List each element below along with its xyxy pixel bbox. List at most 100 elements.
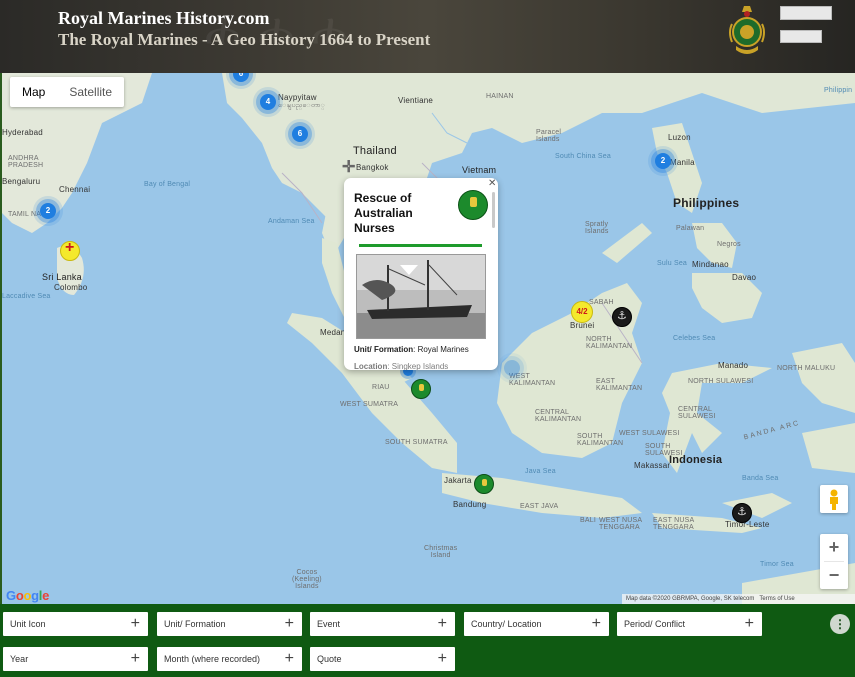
royal-marines-logo-icon — [458, 190, 488, 220]
close-icon[interactable]: ✕ — [488, 178, 496, 189]
label-jakarta: Jakarta — [444, 476, 472, 485]
label-manado: Manado — [718, 361, 749, 370]
label-vientiane: Vientiane — [398, 96, 434, 105]
zoom-control: + − — [820, 534, 848, 589]
label-sulu-sea: Sulu Sea — [657, 260, 688, 267]
label-philippine-sea: Philippin — [824, 87, 853, 94]
filter-year[interactable]: Year + — [3, 647, 148, 671]
label-philippines: Philippines — [673, 196, 740, 210]
label-luzon: Luzon — [668, 133, 691, 142]
label-negros: Negros — [717, 241, 741, 248]
label-east-kalimantan: EAST KALIMANTAN — [596, 378, 643, 392]
anchor-marker[interactable] — [732, 503, 752, 523]
royal-marines-marker[interactable] — [474, 474, 494, 494]
label-west-nusa: WEST NUSA TENGGARA — [599, 517, 643, 531]
marker-cluster[interactable]: 2 — [40, 203, 56, 219]
location-value: Singkep Islands — [391, 362, 449, 370]
label-cocos: Cocos (Keeling) Islands — [292, 569, 322, 590]
marker-cluster[interactable]: 2 — [655, 153, 671, 169]
label-sri-lanka: Sri Lanka — [42, 272, 82, 282]
plus-icon[interactable]: + — [131, 647, 140, 670]
label-south-sumatra: SOUTH SUMATRA — [385, 439, 448, 446]
info-window: ✕ Rescue of Australian Nurses Unit/ Form… — [344, 178, 498, 370]
filter-label: Event — [317, 619, 341, 629]
plus-icon[interactable]: + — [438, 647, 447, 670]
filter-label: Period/ Conflict — [624, 619, 686, 629]
label-hainan: HAINAN — [486, 93, 514, 100]
label-davao: Davao — [732, 273, 757, 282]
more-options-icon[interactable]: ⋮ — [830, 614, 850, 634]
filter-quote[interactable]: Quote + — [310, 647, 455, 671]
map-type-satellite-button[interactable]: Satellite — [57, 77, 124, 107]
info-window-title: Rescue of Australian Nurses — [354, 191, 413, 235]
street-view-pegman-icon[interactable] — [820, 485, 848, 513]
info-window-location: Location: Singkep Islands — [354, 362, 449, 370]
label-paracel: Paracel Islands — [536, 129, 562, 143]
map-canvas[interactable]: Naypyitaw ေနျပည္ေတာ္ Vientiane HAINAN Th… — [2, 73, 855, 604]
label-west-sulawesi: WEST SULAWESI — [619, 430, 680, 437]
terms-link[interactable]: Terms of Use — [759, 596, 794, 602]
anchor-marker[interactable] — [612, 307, 632, 327]
label-manila: Manila — [670, 158, 695, 167]
zoom-in-button[interactable]: + — [820, 534, 848, 561]
label-sabah: SABAH — [589, 299, 614, 306]
label-tamil-nadu: TAMIL NA — [8, 211, 42, 218]
info-window-tail — [400, 265, 418, 275]
header-button-top[interactable] — [780, 6, 832, 20]
royal-marines-marker[interactable] — [411, 379, 431, 399]
label-medan: Medan — [320, 328, 346, 337]
marker-cluster[interactable]: 4 — [260, 94, 276, 110]
unit-value: Royal Marines — [417, 345, 469, 354]
zoom-out-button[interactable]: − — [820, 562, 848, 589]
filter-label: Unit/ Formation — [164, 619, 226, 629]
label-hyderabad: Hyderabad — [2, 128, 43, 137]
filter-label: Country/ Location — [471, 619, 542, 629]
plus-icon[interactable]: + — [438, 612, 447, 635]
filter-unit-icon[interactable]: Unit Icon + — [3, 612, 148, 636]
info-window-scrollbar[interactable] — [492, 192, 495, 228]
label-bay-of-bengal: Bay of Bengal — [144, 181, 191, 188]
label-celebes-sea: Celebes Sea — [673, 335, 716, 342]
marker-cluster-faded[interactable] — [504, 360, 520, 376]
label-bangkok: Bangkok — [356, 163, 389, 172]
plus-icon[interactable]: + — [285, 612, 294, 635]
label-bali: BALI — [580, 517, 596, 524]
royal-marines-crest-icon[interactable] — [728, 2, 766, 58]
label-south-kalimantan: SOUTH KALIMANTAN — [577, 433, 624, 447]
map-type-map-button[interactable]: Map — [10, 77, 57, 107]
label-bandung: Bandung — [453, 500, 487, 509]
label-chennai: Chennai — [59, 185, 91, 194]
filter-event[interactable]: Event + — [310, 612, 455, 636]
marker-cluster[interactable]: 6 — [292, 126, 308, 142]
label-thailand: Thailand — [353, 145, 397, 157]
location-label: Location — [354, 362, 388, 370]
label-naypyitaw-script: ေနျပည္ေတာ္ — [278, 102, 326, 109]
header-button-bottom[interactable] — [780, 30, 822, 43]
label-makassar: Makassar — [634, 461, 671, 470]
label-christmas: Christmas Island — [424, 545, 458, 559]
label-andhra: ANDHRA PRADESH — [8, 155, 44, 169]
crosshair-icon: ✛ — [342, 159, 356, 176]
filter-period-conflict[interactable]: Period/ Conflict + — [617, 612, 762, 636]
filter-month[interactable]: Month (where recorded) + — [157, 647, 302, 671]
plus-icon[interactable]: + — [592, 612, 601, 635]
label-north-kalimantan: NORTH KALIMANTAN — [586, 336, 633, 350]
label-riau: RIAU — [372, 384, 390, 391]
label-palawan: Palawan — [676, 225, 705, 232]
filter-label: Year — [10, 654, 29, 664]
plus-icon[interactable]: + — [131, 612, 140, 635]
brunei-marker[interactable]: 4/2 — [571, 301, 593, 323]
red-cross-marker[interactable] — [60, 239, 80, 261]
site-title[interactable]: Royal Marines History.com — [58, 8, 269, 29]
filter-unit-formation[interactable]: Unit/ Formation + — [157, 612, 302, 636]
attribution-text: Map data ©2020 GBRMPA, Google, SK teleco… — [626, 596, 755, 602]
filter-country-location[interactable]: Country/ Location + — [464, 612, 609, 636]
filter-label: Month (where recorded) — [164, 654, 261, 664]
plus-icon[interactable]: + — [745, 612, 754, 635]
label-timor-sea: Timor Sea — [760, 561, 794, 568]
label-mindanao: Mindanao — [692, 260, 729, 269]
label-north-maluku: NORTH MALUKU — [777, 365, 836, 372]
label-laccadive: Laccadive Sea — [2, 293, 51, 300]
label-north-sulawesi: NORTH SULAWESI — [688, 378, 754, 385]
plus-icon[interactable]: + — [285, 647, 294, 670]
